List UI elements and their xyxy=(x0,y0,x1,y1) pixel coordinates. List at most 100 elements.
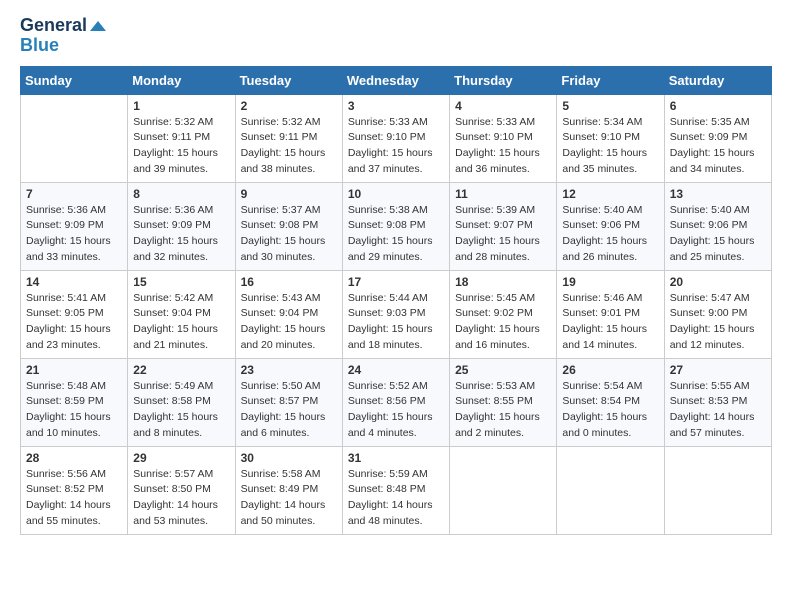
day-number: 21 xyxy=(26,363,122,377)
day-number: 4 xyxy=(455,99,551,113)
calendar-cell: 24 Sunrise: 5:52 AM Sunset: 8:56 PM Dayl… xyxy=(342,358,449,446)
logo: General Blue xyxy=(20,16,106,56)
sunrise-text: Sunrise: 5:46 AM xyxy=(562,292,642,304)
sunset-text: Sunset: 9:02 PM xyxy=(455,307,533,319)
day-info: Sunrise: 5:44 AM Sunset: 9:03 PM Dayligh… xyxy=(348,291,444,354)
calendar-cell: 27 Sunrise: 5:55 AM Sunset: 8:53 PM Dayl… xyxy=(664,358,771,446)
sunset-text: Sunset: 9:08 PM xyxy=(241,219,319,231)
calendar-cell: 6 Sunrise: 5:35 AM Sunset: 9:09 PM Dayli… xyxy=(664,94,771,182)
day-info: Sunrise: 5:32 AM Sunset: 9:11 PM Dayligh… xyxy=(241,115,337,178)
daylight-text: Daylight: 15 hours and 34 minutes. xyxy=(670,147,755,175)
daylight-text: Daylight: 15 hours and 8 minutes. xyxy=(133,411,218,439)
daylight-text: Daylight: 14 hours and 48 minutes. xyxy=(348,499,433,527)
calendar-cell: 1 Sunrise: 5:32 AM Sunset: 9:11 PM Dayli… xyxy=(128,94,235,182)
calendar-cell: 4 Sunrise: 5:33 AM Sunset: 9:10 PM Dayli… xyxy=(450,94,557,182)
daylight-text: Daylight: 15 hours and 33 minutes. xyxy=(26,235,111,263)
daylight-text: Daylight: 15 hours and 10 minutes. xyxy=(26,411,111,439)
daylight-text: Daylight: 15 hours and 28 minutes. xyxy=(455,235,540,263)
day-number: 20 xyxy=(670,275,766,289)
logo-container: General Blue xyxy=(20,16,106,56)
sunrise-text: Sunrise: 5:40 AM xyxy=(562,204,642,216)
sunset-text: Sunset: 8:48 PM xyxy=(348,483,426,495)
day-info: Sunrise: 5:33 AM Sunset: 9:10 PM Dayligh… xyxy=(455,115,551,178)
daylight-text: Daylight: 15 hours and 23 minutes. xyxy=(26,323,111,351)
daylight-text: Daylight: 15 hours and 2 minutes. xyxy=(455,411,540,439)
sunset-text: Sunset: 8:49 PM xyxy=(241,483,319,495)
day-number: 7 xyxy=(26,187,122,201)
calendar-cell: 29 Sunrise: 5:57 AM Sunset: 8:50 PM Dayl… xyxy=(128,446,235,534)
calendar-cell: 18 Sunrise: 5:45 AM Sunset: 9:02 PM Dayl… xyxy=(450,270,557,358)
sunset-text: Sunset: 9:10 PM xyxy=(562,131,640,143)
calendar-cell: 3 Sunrise: 5:33 AM Sunset: 9:10 PM Dayli… xyxy=(342,94,449,182)
sunset-text: Sunset: 8:59 PM xyxy=(26,395,104,407)
day-info: Sunrise: 5:47 AM Sunset: 9:00 PM Dayligh… xyxy=(670,291,766,354)
daylight-text: Daylight: 15 hours and 30 minutes. xyxy=(241,235,326,263)
calendar-cell: 5 Sunrise: 5:34 AM Sunset: 9:10 PM Dayli… xyxy=(557,94,664,182)
daylight-text: Daylight: 15 hours and 37 minutes. xyxy=(348,147,433,175)
sunset-text: Sunset: 8:56 PM xyxy=(348,395,426,407)
weekday-header-friday: Friday xyxy=(557,66,664,94)
day-number: 30 xyxy=(241,451,337,465)
logo-blue: Blue xyxy=(20,36,106,56)
sunrise-text: Sunrise: 5:41 AM xyxy=(26,292,106,304)
daylight-text: Daylight: 15 hours and 20 minutes. xyxy=(241,323,326,351)
day-info: Sunrise: 5:37 AM Sunset: 9:08 PM Dayligh… xyxy=(241,203,337,266)
day-info: Sunrise: 5:33 AM Sunset: 9:10 PM Dayligh… xyxy=(348,115,444,178)
sunrise-text: Sunrise: 5:40 AM xyxy=(670,204,750,216)
sunrise-text: Sunrise: 5:42 AM xyxy=(133,292,213,304)
day-info: Sunrise: 5:36 AM Sunset: 9:09 PM Dayligh… xyxy=(133,203,229,266)
calendar-week-row: 21 Sunrise: 5:48 AM Sunset: 8:59 PM Dayl… xyxy=(21,358,772,446)
weekday-header-sunday: Sunday xyxy=(21,66,128,94)
day-number: 3 xyxy=(348,99,444,113)
sunset-text: Sunset: 9:04 PM xyxy=(241,307,319,319)
daylight-text: Daylight: 15 hours and 36 minutes. xyxy=(455,147,540,175)
day-number: 1 xyxy=(133,99,229,113)
day-number: 14 xyxy=(26,275,122,289)
calendar-cell: 21 Sunrise: 5:48 AM Sunset: 8:59 PM Dayl… xyxy=(21,358,128,446)
sunrise-text: Sunrise: 5:36 AM xyxy=(133,204,213,216)
day-number: 23 xyxy=(241,363,337,377)
day-number: 19 xyxy=(562,275,658,289)
sunset-text: Sunset: 8:55 PM xyxy=(455,395,533,407)
daylight-text: Daylight: 15 hours and 16 minutes. xyxy=(455,323,540,351)
sunrise-text: Sunrise: 5:58 AM xyxy=(241,468,321,480)
calendar-cell: 8 Sunrise: 5:36 AM Sunset: 9:09 PM Dayli… xyxy=(128,182,235,270)
daylight-text: Daylight: 15 hours and 39 minutes. xyxy=(133,147,218,175)
calendar-cell: 22 Sunrise: 5:49 AM Sunset: 8:58 PM Dayl… xyxy=(128,358,235,446)
sunrise-text: Sunrise: 5:33 AM xyxy=(455,116,535,128)
weekday-header-wednesday: Wednesday xyxy=(342,66,449,94)
sunrise-text: Sunrise: 5:48 AM xyxy=(26,380,106,392)
calendar-cell: 16 Sunrise: 5:43 AM Sunset: 9:04 PM Dayl… xyxy=(235,270,342,358)
day-number: 8 xyxy=(133,187,229,201)
calendar-week-row: 1 Sunrise: 5:32 AM Sunset: 9:11 PM Dayli… xyxy=(21,94,772,182)
day-info: Sunrise: 5:52 AM Sunset: 8:56 PM Dayligh… xyxy=(348,379,444,442)
day-info: Sunrise: 5:46 AM Sunset: 9:01 PM Dayligh… xyxy=(562,291,658,354)
calendar-cell: 12 Sunrise: 5:40 AM Sunset: 9:06 PM Dayl… xyxy=(557,182,664,270)
sunrise-text: Sunrise: 5:53 AM xyxy=(455,380,535,392)
day-info: Sunrise: 5:57 AM Sunset: 8:50 PM Dayligh… xyxy=(133,467,229,530)
daylight-text: Daylight: 15 hours and 29 minutes. xyxy=(348,235,433,263)
sunrise-text: Sunrise: 5:45 AM xyxy=(455,292,535,304)
calendar-cell: 7 Sunrise: 5:36 AM Sunset: 9:09 PM Dayli… xyxy=(21,182,128,270)
calendar-cell: 13 Sunrise: 5:40 AM Sunset: 9:06 PM Dayl… xyxy=(664,182,771,270)
day-number: 15 xyxy=(133,275,229,289)
calendar-cell: 11 Sunrise: 5:39 AM Sunset: 9:07 PM Dayl… xyxy=(450,182,557,270)
sunrise-text: Sunrise: 5:56 AM xyxy=(26,468,106,480)
sunset-text: Sunset: 9:05 PM xyxy=(26,307,104,319)
day-info: Sunrise: 5:43 AM Sunset: 9:04 PM Dayligh… xyxy=(241,291,337,354)
daylight-text: Daylight: 14 hours and 55 minutes. xyxy=(26,499,111,527)
sunset-text: Sunset: 8:53 PM xyxy=(670,395,748,407)
sunrise-text: Sunrise: 5:43 AM xyxy=(241,292,321,304)
sunrise-text: Sunrise: 5:55 AM xyxy=(670,380,750,392)
sunset-text: Sunset: 9:09 PM xyxy=(133,219,211,231)
sunrise-text: Sunrise: 5:36 AM xyxy=(26,204,106,216)
header: General Blue xyxy=(20,16,772,56)
sunset-text: Sunset: 8:50 PM xyxy=(133,483,211,495)
sunrise-text: Sunrise: 5:39 AM xyxy=(455,204,535,216)
calendar-cell: 23 Sunrise: 5:50 AM Sunset: 8:57 PM Dayl… xyxy=(235,358,342,446)
daylight-text: Daylight: 15 hours and 12 minutes. xyxy=(670,323,755,351)
day-number: 16 xyxy=(241,275,337,289)
day-number: 13 xyxy=(670,187,766,201)
sunrise-text: Sunrise: 5:37 AM xyxy=(241,204,321,216)
day-info: Sunrise: 5:49 AM Sunset: 8:58 PM Dayligh… xyxy=(133,379,229,442)
